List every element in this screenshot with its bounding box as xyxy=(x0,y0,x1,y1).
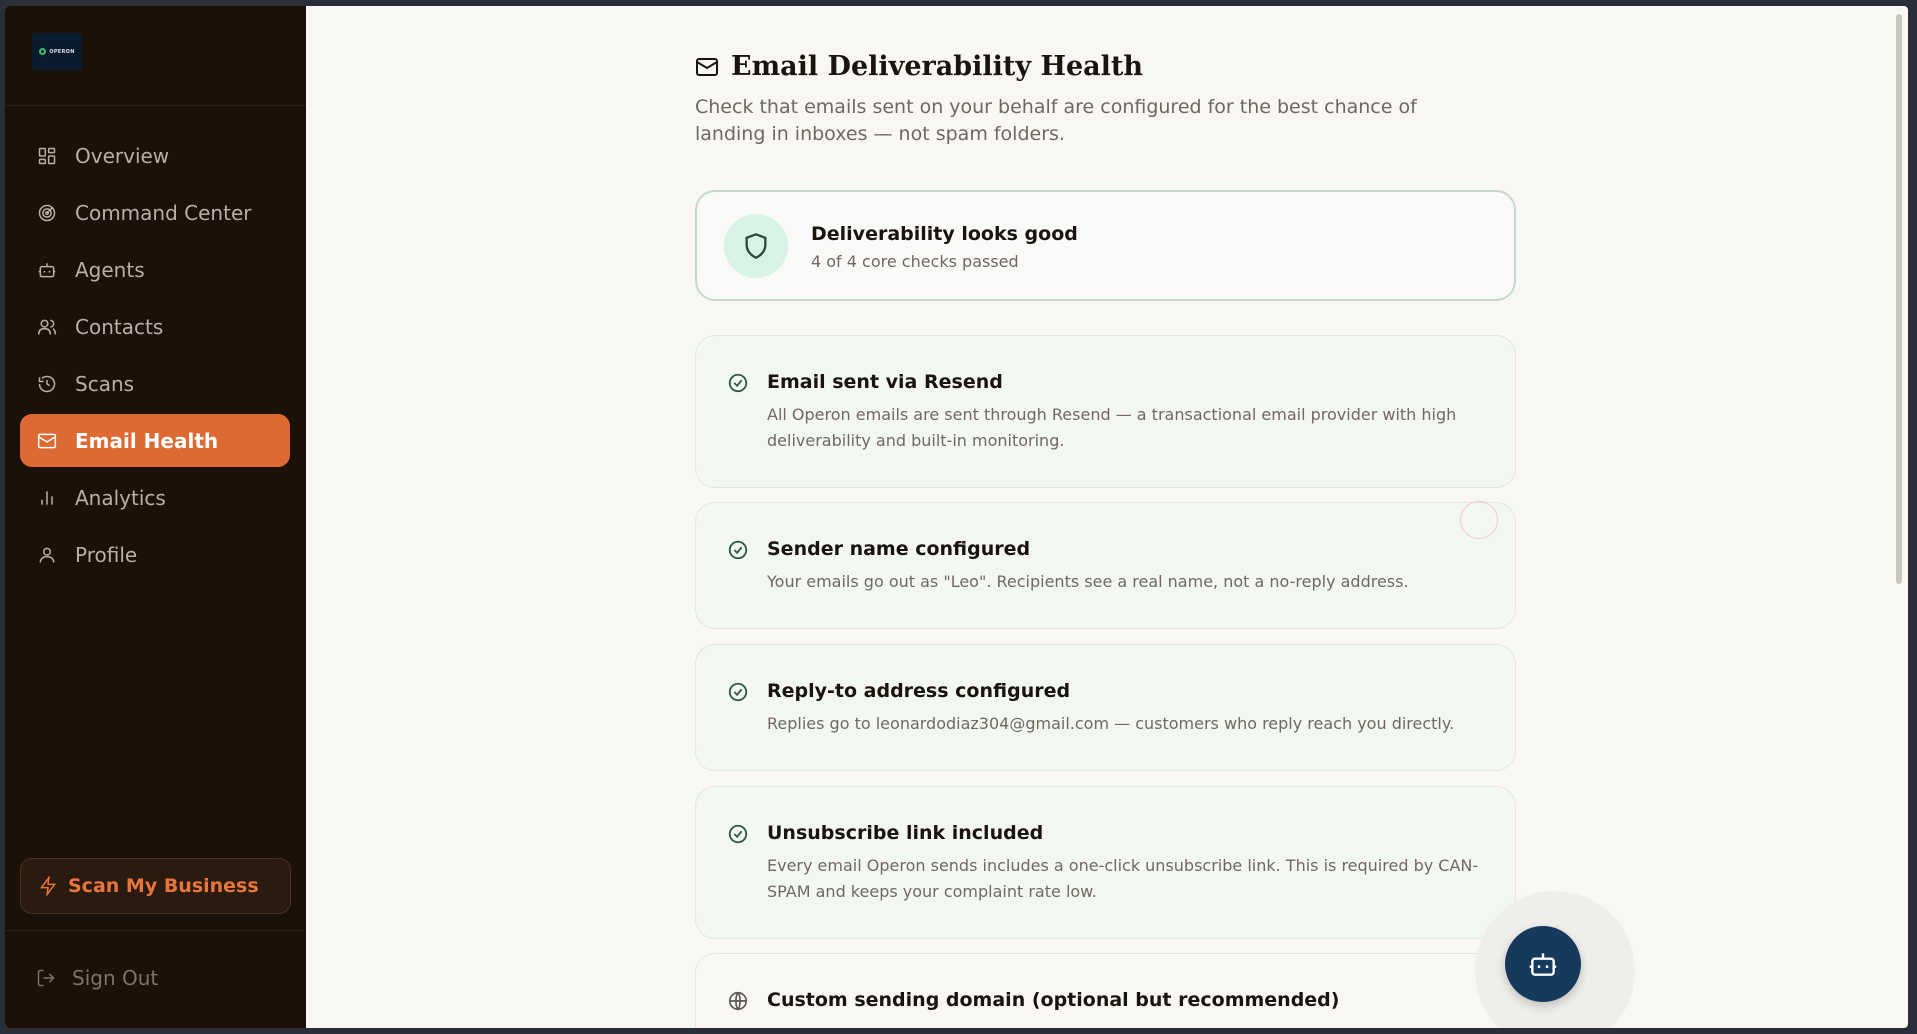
logo-area: OPERON xyxy=(5,6,306,106)
check-circle-icon xyxy=(727,539,749,561)
mail-icon xyxy=(695,55,719,79)
page-subtitle: Check that emails sent on your behalf ar… xyxy=(695,96,1417,145)
check-card-reply-to: Reply-to address configured Replies go t… xyxy=(695,644,1516,771)
sidebar-item-analytics[interactable]: Analytics xyxy=(20,471,290,524)
check-title: Reply-to address configured xyxy=(767,680,1071,702)
sidebar-divider xyxy=(5,930,306,931)
check-title: Email sent via Resend xyxy=(767,371,1003,393)
radar-icon xyxy=(37,203,57,223)
sign-out-label: Sign Out xyxy=(72,966,159,990)
logo-text: OPERON xyxy=(49,48,75,55)
sidebar-nav: Overview Command Center Agents Contacts xyxy=(20,129,290,585)
bot-icon xyxy=(37,260,57,280)
sidebar-item-command-center[interactable]: Command Center xyxy=(20,186,290,239)
cursor-ring xyxy=(1460,501,1498,539)
check-circle-icon xyxy=(727,823,749,845)
check-card-resend: Email sent via Resend All Operon emails … xyxy=(695,335,1516,488)
scrollbar-thumb[interactable] xyxy=(1896,14,1902,584)
bot-icon xyxy=(1529,953,1557,976)
grid-icon xyxy=(37,146,57,166)
sidebar-item-profile[interactable]: Profile xyxy=(20,528,290,581)
globe-icon xyxy=(727,990,749,1012)
deliverability-summary-card: Deliverability looks good 4 of 4 core ch… xyxy=(695,190,1516,301)
user-icon xyxy=(37,545,57,565)
summary-title: Deliverability looks good xyxy=(811,223,1078,245)
history-icon xyxy=(37,374,57,394)
logout-icon xyxy=(36,968,56,988)
mail-icon xyxy=(37,431,57,451)
sidebar-item-scans[interactable]: Scans xyxy=(20,357,290,410)
sidebar-item-label: Contacts xyxy=(75,314,164,339)
sidebar-item-email-health[interactable]: Email Health xyxy=(20,414,290,467)
check-title: Custom sending domain (optional but reco… xyxy=(767,989,1340,1011)
shield-icon xyxy=(724,214,788,278)
sidebar-item-overview[interactable]: Overview xyxy=(20,129,290,182)
logo-mark-icon xyxy=(39,48,47,55)
sidebar-item-label: Profile xyxy=(75,542,138,567)
scan-button-label: Scan My Business xyxy=(68,875,259,897)
check-circle-icon xyxy=(727,681,749,703)
bar-chart-icon xyxy=(37,488,57,508)
app-window: OPERON Overview Command Center Agents Co… xyxy=(5,6,1908,1028)
check-description: Every email Operon sends includes a one-… xyxy=(767,856,1479,901)
scan-my-business-button[interactable]: Scan My Business xyxy=(20,858,291,914)
sidebar-item-label: Agents xyxy=(75,257,145,282)
sidebar: OPERON Overview Command Center Agents Co… xyxy=(5,6,306,1028)
users-icon xyxy=(37,317,57,337)
sidebar-item-label: Email Health xyxy=(75,428,219,453)
sidebar-item-label: Analytics xyxy=(75,485,166,510)
check-card-sender-name: Sender name configured Your emails go ou… xyxy=(695,502,1516,629)
assistant-chat-button[interactable] xyxy=(1505,926,1581,1002)
check-title: Sender name configured xyxy=(767,538,1031,560)
main-content: Email Deliverability Health Check that e… xyxy=(306,6,1908,1028)
check-description: Replies go to leonardodiaz304@gmail.com … xyxy=(767,714,1455,733)
check-circle-icon xyxy=(727,372,749,394)
sign-out-button[interactable]: Sign Out xyxy=(36,966,158,990)
lightning-icon xyxy=(38,874,58,898)
sidebar-item-agents[interactable]: Agents xyxy=(20,243,290,296)
operon-logo[interactable]: OPERON xyxy=(32,33,82,70)
check-card-custom-domain: Custom sending domain (optional but reco… xyxy=(695,953,1516,1028)
check-description: Your emails go out as "Leo". Recipients … xyxy=(767,572,1409,591)
sidebar-item-label: Command Center xyxy=(75,200,252,225)
page-title: Email Deliverability Health xyxy=(695,51,1143,82)
summary-subtitle: 4 of 4 core checks passed xyxy=(811,252,1019,271)
sidebar-item-label: Scans xyxy=(75,371,135,396)
check-title: Unsubscribe link included xyxy=(767,822,1044,844)
sidebar-item-label: Overview xyxy=(75,143,170,168)
check-description: All Operon emails are sent through Resen… xyxy=(767,405,1457,450)
check-card-unsubscribe: Unsubscribe link included Every email Op… xyxy=(695,786,1516,939)
sidebar-item-contacts[interactable]: Contacts xyxy=(20,300,290,353)
page-title-text: Email Deliverability Health xyxy=(731,51,1144,82)
